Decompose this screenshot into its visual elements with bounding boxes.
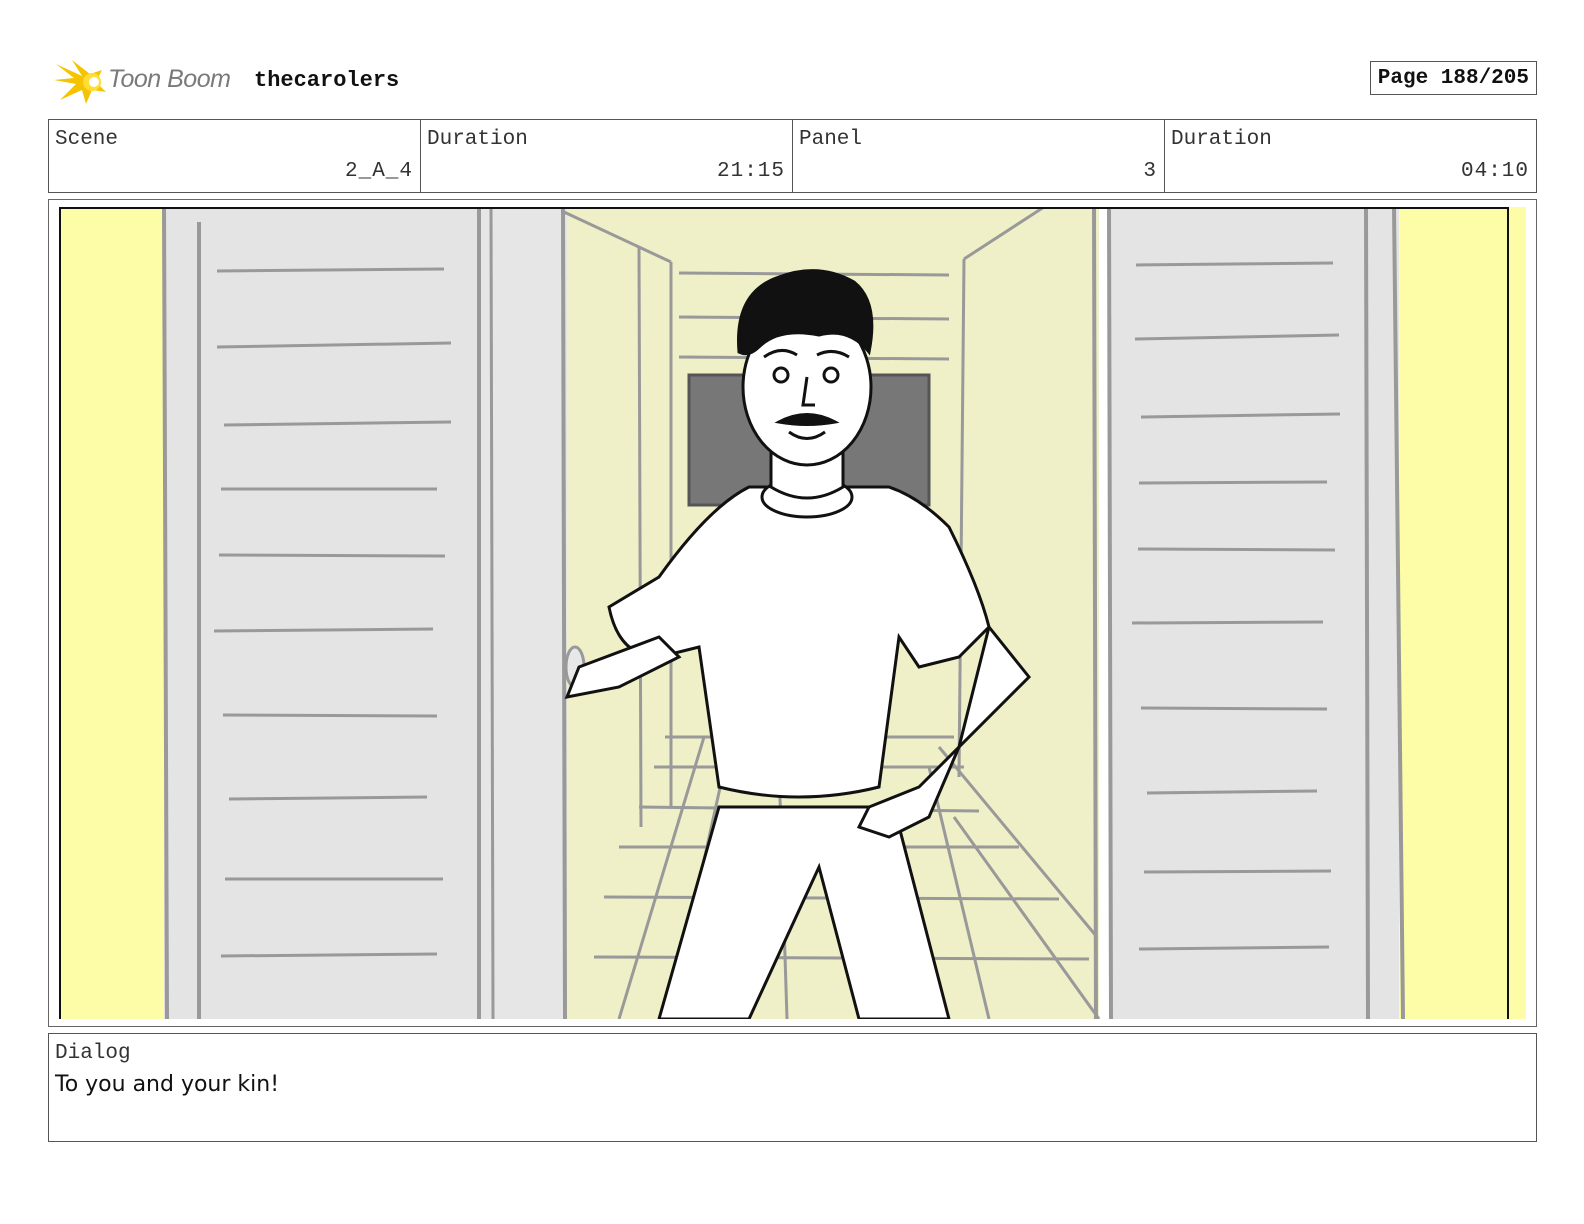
panel-drawing bbox=[59, 207, 1526, 1019]
scene-duration-value: 21:15 bbox=[716, 160, 785, 183]
scene-cell: Scene 2_A_4 bbox=[49, 120, 421, 192]
background-wall-right bbox=[1394, 207, 1526, 1019]
panel-label: Panel bbox=[799, 128, 863, 151]
character-right-eye bbox=[822, 366, 840, 384]
scene-info-row: Scene 2_A_4 Duration 21:15 Panel 3 Durat… bbox=[48, 119, 1537, 193]
panel-duration-cell: Duration 04:10 bbox=[1165, 120, 1536, 192]
panel-duration-label: Duration bbox=[1171, 128, 1272, 151]
project-title: thecarolers bbox=[254, 68, 400, 93]
toon-boom-logo: Toon Boom bbox=[52, 56, 242, 106]
scene-duration-cell: Duration 21:15 bbox=[421, 120, 793, 192]
storyboard-header: Toon Boom thecarolers Page 188/205 bbox=[48, 56, 1537, 106]
dialog-label: Dialog bbox=[55, 1042, 131, 1065]
page-number: Page 188/205 bbox=[1369, 61, 1537, 95]
panel-duration-value: 04:10 bbox=[1460, 160, 1529, 183]
panel-cell: Panel 3 bbox=[793, 120, 1165, 192]
logo-text: Toon Boom bbox=[108, 65, 231, 93]
panel-value: 3 bbox=[1143, 160, 1157, 183]
scene-duration-label: Duration bbox=[427, 128, 528, 151]
dialog-box: Dialog To you and your kin! bbox=[48, 1033, 1537, 1142]
dialog-text: To you and your kin! bbox=[55, 1072, 280, 1097]
background-wall-left bbox=[59, 207, 169, 1019]
storyboard-panel bbox=[48, 199, 1537, 1027]
right-open-door bbox=[1092, 207, 1405, 1019]
scene-label: Scene bbox=[55, 128, 119, 151]
left-open-door bbox=[162, 207, 586, 1019]
character-left-eye bbox=[772, 366, 790, 384]
scene-value: 2_A_4 bbox=[344, 160, 413, 183]
toon-boom-star-icon bbox=[54, 60, 106, 104]
